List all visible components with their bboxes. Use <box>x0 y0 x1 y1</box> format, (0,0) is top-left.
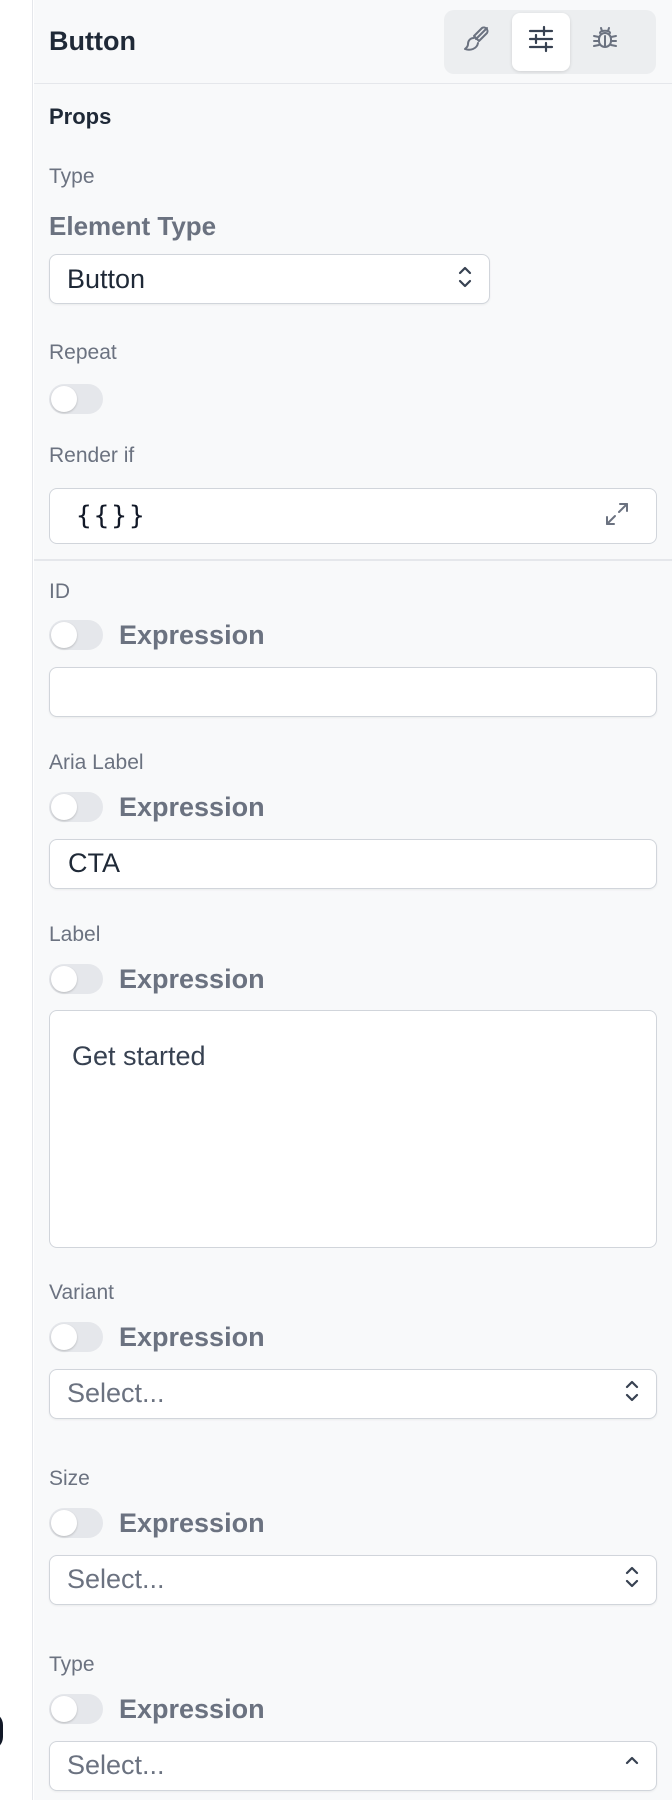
render-if-label: Render if <box>49 444 135 467</box>
size-placeholder: Select... <box>67 1564 165 1594</box>
variant-placeholder: Select... <box>67 1378 165 1408</box>
label-label: Label <box>49 922 101 946</box>
type-field-label: Type <box>49 1652 95 1676</box>
size-expression-row: Expression <box>49 1508 657 1539</box>
aria-label-input[interactable]: CTA <box>49 838 657 889</box>
tab-styles[interactable] <box>448 13 506 71</box>
label-expression-label: Expression <box>119 963 265 994</box>
label-value: Get started <box>72 1040 206 1071</box>
panel-title: Button <box>49 26 136 56</box>
aria-label-expression-row: Expression <box>49 792 657 823</box>
sliders-icon <box>526 24 556 59</box>
id-input[interactable] <box>49 666 657 717</box>
label-expression-row: Expression <box>49 964 657 995</box>
element-type-value: Button <box>67 263 146 294</box>
type-label: Type <box>49 165 95 188</box>
type-expression-row: Expression <box>49 1694 657 1725</box>
variant-select[interactable]: Select... <box>49 1368 657 1419</box>
aria-label-value: CTA <box>68 848 120 878</box>
tab-debug[interactable] <box>576 13 634 71</box>
repeat-label: Repeat <box>49 341 117 364</box>
section-divider <box>34 559 672 561</box>
type-select[interactable]: Select... <box>49 1740 657 1791</box>
chevron-up-down-icon <box>457 264 473 295</box>
size-label: Size <box>49 1466 90 1490</box>
chevron-up-down-icon <box>624 1564 640 1595</box>
paintbrush-icon <box>462 24 492 59</box>
type-expression-label: Expression <box>119 1693 265 1724</box>
id-expression-toggle[interactable] <box>49 620 103 650</box>
id-label: ID <box>49 579 70 603</box>
expand-icon[interactable] <box>604 501 630 532</box>
variant-expression-row: Expression <box>49 1322 657 1353</box>
panel-header: Button <box>34 0 672 84</box>
size-expression-toggle[interactable] <box>49 1508 103 1538</box>
canvas-edge <box>0 0 33 1800</box>
id-expression-row: Expression <box>49 620 657 651</box>
label-textarea[interactable]: Get started <box>49 1009 657 1248</box>
canvas-element-fragment <box>0 1712 3 1750</box>
id-expression-label: Expression <box>119 619 265 650</box>
repeat-toggle[interactable] <box>49 384 103 414</box>
render-if-value: {{}} <box>76 501 147 531</box>
aria-label-label: Aria Label <box>49 750 144 774</box>
aria-label-expression-toggle[interactable] <box>49 792 103 822</box>
aria-label-expression-label: Expression <box>119 791 265 822</box>
variant-expression-toggle[interactable] <box>49 1322 103 1352</box>
chevron-up-down-icon <box>624 1378 640 1409</box>
panel-tab-group <box>444 9 656 74</box>
tab-props[interactable] <box>512 12 570 71</box>
variant-label: Variant <box>49 1280 114 1304</box>
properties-panel: Button Props Type Element Type Button Re… <box>34 0 672 1800</box>
size-expression-label: Expression <box>119 1507 265 1538</box>
variant-expression-label: Expression <box>119 1321 265 1352</box>
size-select[interactable]: Select... <box>49 1554 657 1605</box>
type-placeholder: Select... <box>67 1750 165 1780</box>
element-type-select[interactable]: Button <box>49 254 490 304</box>
element-type-label: Element Type <box>49 211 217 241</box>
props-section-title: Props <box>49 104 112 129</box>
bug-icon <box>590 24 620 59</box>
label-expression-toggle[interactable] <box>49 964 103 994</box>
type-expression-toggle[interactable] <box>49 1694 103 1724</box>
render-if-input[interactable]: {{}} <box>49 488 657 544</box>
chevron-up-icon <box>624 1750 640 1781</box>
